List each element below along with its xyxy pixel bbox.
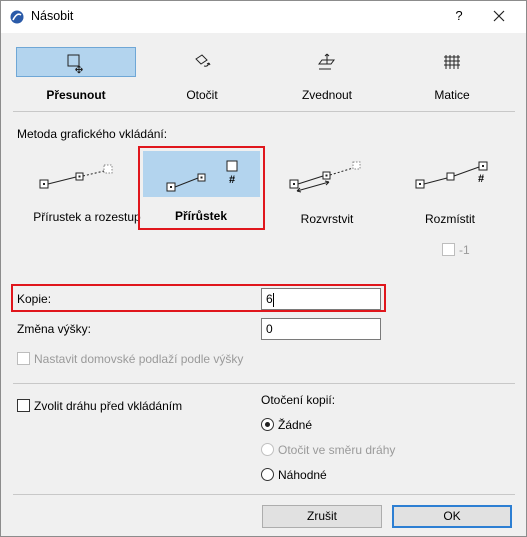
text-caret (272, 292, 274, 307)
set-home-story-checkbox[interactable] (17, 352, 30, 365)
increment-icon (166, 160, 238, 192)
distribute-minus-one-label: -1 (459, 243, 470, 257)
method-distribute-label: Rozmístit (424, 212, 475, 226)
mode-move-button[interactable] (16, 47, 136, 77)
rotation-random-label: Náhodné (278, 468, 327, 482)
hash-symbol: # (229, 174, 236, 186)
height-change-input[interactable]: 0 (261, 318, 381, 340)
rotate-icon (195, 54, 211, 67)
ok-button[interactable]: OK (392, 505, 512, 528)
window-title: Násobit (31, 9, 74, 23)
mode-rotate-label: Otočit (186, 88, 218, 102)
method-layer[interactable]: Rozvrstvit (273, 153, 391, 233)
increment-spacing-icon (39, 164, 113, 189)
method-section-label: Metoda grafického vkládání: (17, 127, 168, 141)
rotation-none-label: Žádné (278, 418, 313, 432)
height-change-value: 0 (266, 322, 273, 336)
rotation-follow-path-label: Otočit ve směru dráhy (278, 443, 396, 457)
mode-matrix-label: Matice (434, 88, 470, 102)
method-distribute[interactable]: # Rozmístit (396, 153, 514, 233)
mode-matrix-button[interactable] (392, 47, 512, 77)
copies-value: 6 (266, 292, 273, 306)
divider (13, 383, 515, 384)
distribute-minus-one-checkbox[interactable] (442, 243, 455, 256)
method-increment-spacing[interactable]: Přírustek a rozestup (28, 153, 146, 239)
rotation-none-radio[interactable] (261, 418, 274, 431)
rotation-follow-path-radio[interactable] (261, 443, 274, 456)
choose-path-label: Zvolit dráhu před vkládáním (34, 399, 183, 413)
copies-label: Kopie: (17, 292, 52, 306)
method-increment-highlight: # (143, 151, 260, 197)
divider (13, 494, 515, 495)
cancel-button[interactable]: Zrušit (262, 505, 382, 528)
close-icon[interactable] (484, 5, 514, 27)
choose-path-checkbox[interactable] (17, 399, 30, 412)
method-increment-spacing-label: Přírustek a rozestup (33, 210, 141, 224)
elevate-icon (318, 53, 335, 70)
mode-elevate-button[interactable] (267, 47, 387, 77)
mode-move-label: Přesunout (46, 88, 106, 102)
copies-input[interactable]: 6 (261, 288, 381, 310)
multiply-dialog: Násobit ? Přesunout Otočit Zvednout Mati… (0, 0, 527, 537)
archicad-app-icon (10, 10, 24, 24)
layer-icon (289, 161, 361, 193)
title-bar: Násobit ? (1, 1, 526, 33)
set-home-story-label: Nastavit domovské podlaží podle výšky (34, 352, 244, 366)
method-increment-label: Přírůstek (174, 209, 228, 223)
hash-symbol: # (478, 173, 485, 185)
method-layer-label: Rozvrstvit (300, 212, 354, 226)
matrix-icon (444, 55, 460, 69)
move-icon (67, 54, 83, 74)
method-increment-selected[interactable]: # Přírůstek (138, 146, 265, 230)
rotation-random-radio[interactable] (261, 468, 274, 481)
mode-rotate-button[interactable] (142, 47, 262, 77)
mode-elevate-label: Zvednout (301, 88, 353, 102)
divider (13, 111, 515, 112)
rotation-label: Otočení kopií: (261, 393, 336, 407)
help-button[interactable]: ? (447, 5, 471, 27)
distribute-icon (415, 161, 488, 189)
height-change-label: Změna výšky: (17, 322, 92, 336)
